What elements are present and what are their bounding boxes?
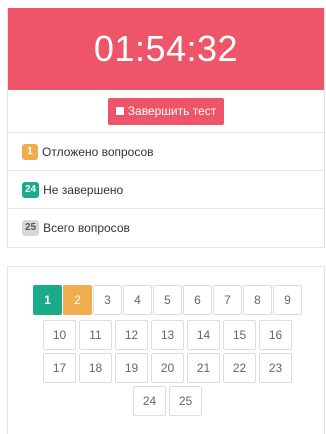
question-button-4[interactable]: 4	[123, 285, 152, 315]
question-button-6[interactable]: 6	[183, 285, 212, 315]
question-navigation-panel: 1 2 3 4 5 6 7 8 9 10 11 12 13 14 15 16 17 18 19 20 21 22 23 24 2…	[7, 266, 325, 434]
stat-total: 25 Всего вопросов	[8, 209, 324, 246]
countdown-timer: 01:54:32	[8, 8, 324, 90]
question-button-5[interactable]: 5	[153, 285, 182, 315]
question-button-10[interactable]: 10	[43, 320, 76, 350]
postponed-count-badge: 1	[22, 143, 38, 160]
question-button-23[interactable]: 23	[259, 353, 292, 383]
stat-postponed: 1 Отложено вопросов	[8, 133, 324, 171]
question-button-14[interactable]: 14	[187, 320, 220, 350]
postponed-label: Отложено вопросов	[42, 144, 154, 159]
question-button-22[interactable]: 22	[223, 353, 256, 383]
question-button-3[interactable]: 3	[93, 285, 122, 315]
question-button-16[interactable]: 16	[259, 320, 292, 350]
stat-unfinished: 24 Не завершено	[8, 171, 324, 209]
question-button-11[interactable]: 11	[79, 320, 112, 350]
unfinished-label: Не завершено	[43, 182, 124, 197]
unfinished-count-badge: 24	[22, 181, 40, 198]
question-button-25[interactable]: 25	[169, 386, 202, 416]
question-button-19[interactable]: 19	[115, 353, 148, 383]
question-button-7[interactable]: 7	[213, 285, 242, 315]
finish-test-label: Завершить тест	[127, 104, 217, 118]
finish-row: Завершить тест	[8, 90, 324, 133]
question-button-8[interactable]: 8	[243, 285, 272, 315]
total-count-badge: 25	[22, 219, 40, 236]
stop-square-icon	[115, 107, 124, 115]
question-button-15[interactable]: 15	[223, 320, 256, 350]
finish-test-button[interactable]: Завершить тест	[107, 97, 225, 125]
question-button-20[interactable]: 20	[151, 353, 184, 383]
question-grid: 1 2 3 4 5 6 7 8 9 10 11 12 13 14 15 16 17 18 19 20 21 22 23 24 2…	[8, 267, 324, 434]
question-button-1[interactable]: 1	[33, 285, 62, 315]
question-button-21[interactable]: 21	[187, 353, 220, 383]
question-button-2[interactable]: 2	[63, 285, 92, 315]
total-label: Всего вопросов	[43, 220, 130, 235]
question-button-13[interactable]: 13	[151, 320, 184, 350]
test-status-panel: 01:54:32 Завершить тест 1 Отложено вопро…	[7, 8, 325, 248]
question-button-9[interactable]: 9	[273, 285, 302, 315]
question-button-17[interactable]: 17	[43, 353, 76, 383]
question-button-18[interactable]: 18	[79, 353, 112, 383]
question-button-12[interactable]: 12	[115, 320, 148, 350]
question-button-24[interactable]: 24	[133, 386, 166, 416]
